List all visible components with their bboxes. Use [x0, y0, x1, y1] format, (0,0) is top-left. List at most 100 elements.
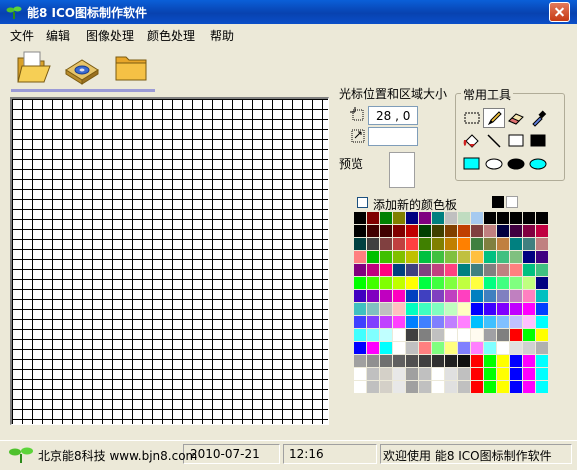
palette-swatch[interactable]: [354, 225, 366, 237]
palette-swatch[interactable]: [510, 238, 522, 250]
folder-button[interactable]: [112, 48, 152, 88]
palette-swatch[interactable]: [510, 212, 522, 224]
palette-swatch[interactable]: [393, 368, 405, 380]
palette-swatch[interactable]: [445, 290, 457, 302]
palette-swatch[interactable]: [380, 303, 392, 315]
palette-swatch[interactable]: [523, 355, 535, 367]
close-button[interactable]: [549, 2, 570, 22]
palette-swatch[interactable]: [445, 225, 457, 237]
palette-swatch[interactable]: [536, 225, 548, 237]
palette-swatch[interactable]: [432, 264, 444, 276]
palette-swatch[interactable]: [393, 212, 405, 224]
palette-swatch[interactable]: [406, 225, 418, 237]
palette-swatch[interactable]: [419, 251, 431, 263]
tool-fill[interactable]: [461, 131, 483, 151]
palette-swatch[interactable]: [536, 238, 548, 250]
palette-swatch[interactable]: [380, 277, 392, 289]
palette-swatch[interactable]: [367, 277, 379, 289]
palette-swatch[interactable]: [497, 342, 509, 354]
palette-swatch[interactable]: [484, 290, 496, 302]
palette-swatch[interactable]: [471, 225, 483, 237]
tool-filled-ellipse[interactable]: [505, 154, 527, 174]
palette-swatch[interactable]: [432, 368, 444, 380]
palette-swatch[interactable]: [380, 290, 392, 302]
palette-swatch[interactable]: [536, 277, 548, 289]
palette-swatch[interactable]: [471, 251, 483, 263]
palette-swatch[interactable]: [510, 342, 522, 354]
palette-swatch[interactable]: [523, 316, 535, 328]
palette-swatch[interactable]: [484, 329, 496, 341]
palette-swatch[interactable]: [471, 342, 483, 354]
palette-swatch[interactable]: [406, 290, 418, 302]
tool-pencil[interactable]: [483, 108, 505, 128]
palette-swatch[interactable]: [432, 381, 444, 393]
palette-swatch[interactable]: [445, 303, 457, 315]
palette-swatch[interactable]: [393, 290, 405, 302]
palette-swatch[interactable]: [497, 329, 509, 341]
palette-swatch[interactable]: [406, 342, 418, 354]
palette-swatch[interactable]: [458, 316, 470, 328]
palette-swatch[interactable]: [432, 355, 444, 367]
palette-swatch[interactable]: [432, 277, 444, 289]
palette-swatch[interactable]: [406, 303, 418, 315]
palette-swatch[interactable]: [484, 355, 496, 367]
palette-swatch[interactable]: [406, 316, 418, 328]
palette-swatch[interactable]: [497, 264, 509, 276]
palette-swatch[interactable]: [380, 264, 392, 276]
palette-swatch[interactable]: [484, 264, 496, 276]
palette-swatch[interactable]: [445, 316, 457, 328]
palette-swatch[interactable]: [510, 316, 522, 328]
palette-swatch[interactable]: [432, 290, 444, 302]
palette-swatch[interactable]: [393, 238, 405, 250]
palette-swatch[interactable]: [497, 290, 509, 302]
palette-swatch[interactable]: [445, 251, 457, 263]
palette-swatch[interactable]: [523, 290, 535, 302]
palette-swatch[interactable]: [393, 381, 405, 393]
palette-swatch[interactable]: [523, 238, 535, 250]
palette-swatch[interactable]: [367, 381, 379, 393]
tool-rect-select[interactable]: [461, 108, 483, 128]
palette-swatch[interactable]: [471, 238, 483, 250]
palette-swatch[interactable]: [393, 342, 405, 354]
palette-swatch[interactable]: [406, 368, 418, 380]
palette-swatch[interactable]: [471, 212, 483, 224]
palette-swatch[interactable]: [419, 316, 431, 328]
palette-swatch[interactable]: [510, 303, 522, 315]
palette-swatch[interactable]: [458, 381, 470, 393]
palette-swatch[interactable]: [406, 238, 418, 250]
palette-swatch[interactable]: [458, 264, 470, 276]
palette-swatch[interactable]: [458, 238, 470, 250]
palette-swatch[interactable]: [471, 303, 483, 315]
menu-image[interactable]: 图像处理: [86, 27, 134, 44]
palette-swatch[interactable]: [484, 277, 496, 289]
palette-swatch[interactable]: [497, 316, 509, 328]
menu-color[interactable]: 颜色处理: [147, 27, 195, 44]
palette-swatch[interactable]: [367, 342, 379, 354]
background-color-swatch[interactable]: [506, 196, 518, 208]
palette-swatch[interactable]: [536, 368, 548, 380]
palette-swatch[interactable]: [536, 212, 548, 224]
palette-swatch[interactable]: [445, 264, 457, 276]
palette-swatch[interactable]: [419, 355, 431, 367]
palette-swatch[interactable]: [367, 368, 379, 380]
palette-swatch[interactable]: [523, 251, 535, 263]
palette-swatch[interactable]: [380, 238, 392, 250]
palette-swatch[interactable]: [523, 303, 535, 315]
palette-swatch[interactable]: [510, 329, 522, 341]
palette-swatch[interactable]: [445, 355, 457, 367]
palette-swatch[interactable]: [536, 251, 548, 263]
tool-ellipse[interactable]: [483, 154, 505, 174]
menu-file[interactable]: 文件: [10, 27, 34, 44]
palette-swatch[interactable]: [523, 277, 535, 289]
palette-swatch[interactable]: [510, 277, 522, 289]
palette-swatch[interactable]: [367, 251, 379, 263]
palette-swatch[interactable]: [497, 381, 509, 393]
palette-swatch[interactable]: [419, 342, 431, 354]
palette-swatch[interactable]: [536, 342, 548, 354]
palette-swatch[interactable]: [497, 238, 509, 250]
palette-swatch[interactable]: [354, 238, 366, 250]
palette-swatch[interactable]: [471, 381, 483, 393]
palette-swatch[interactable]: [354, 381, 366, 393]
palette-swatch[interactable]: [484, 381, 496, 393]
palette-swatch[interactable]: [432, 238, 444, 250]
